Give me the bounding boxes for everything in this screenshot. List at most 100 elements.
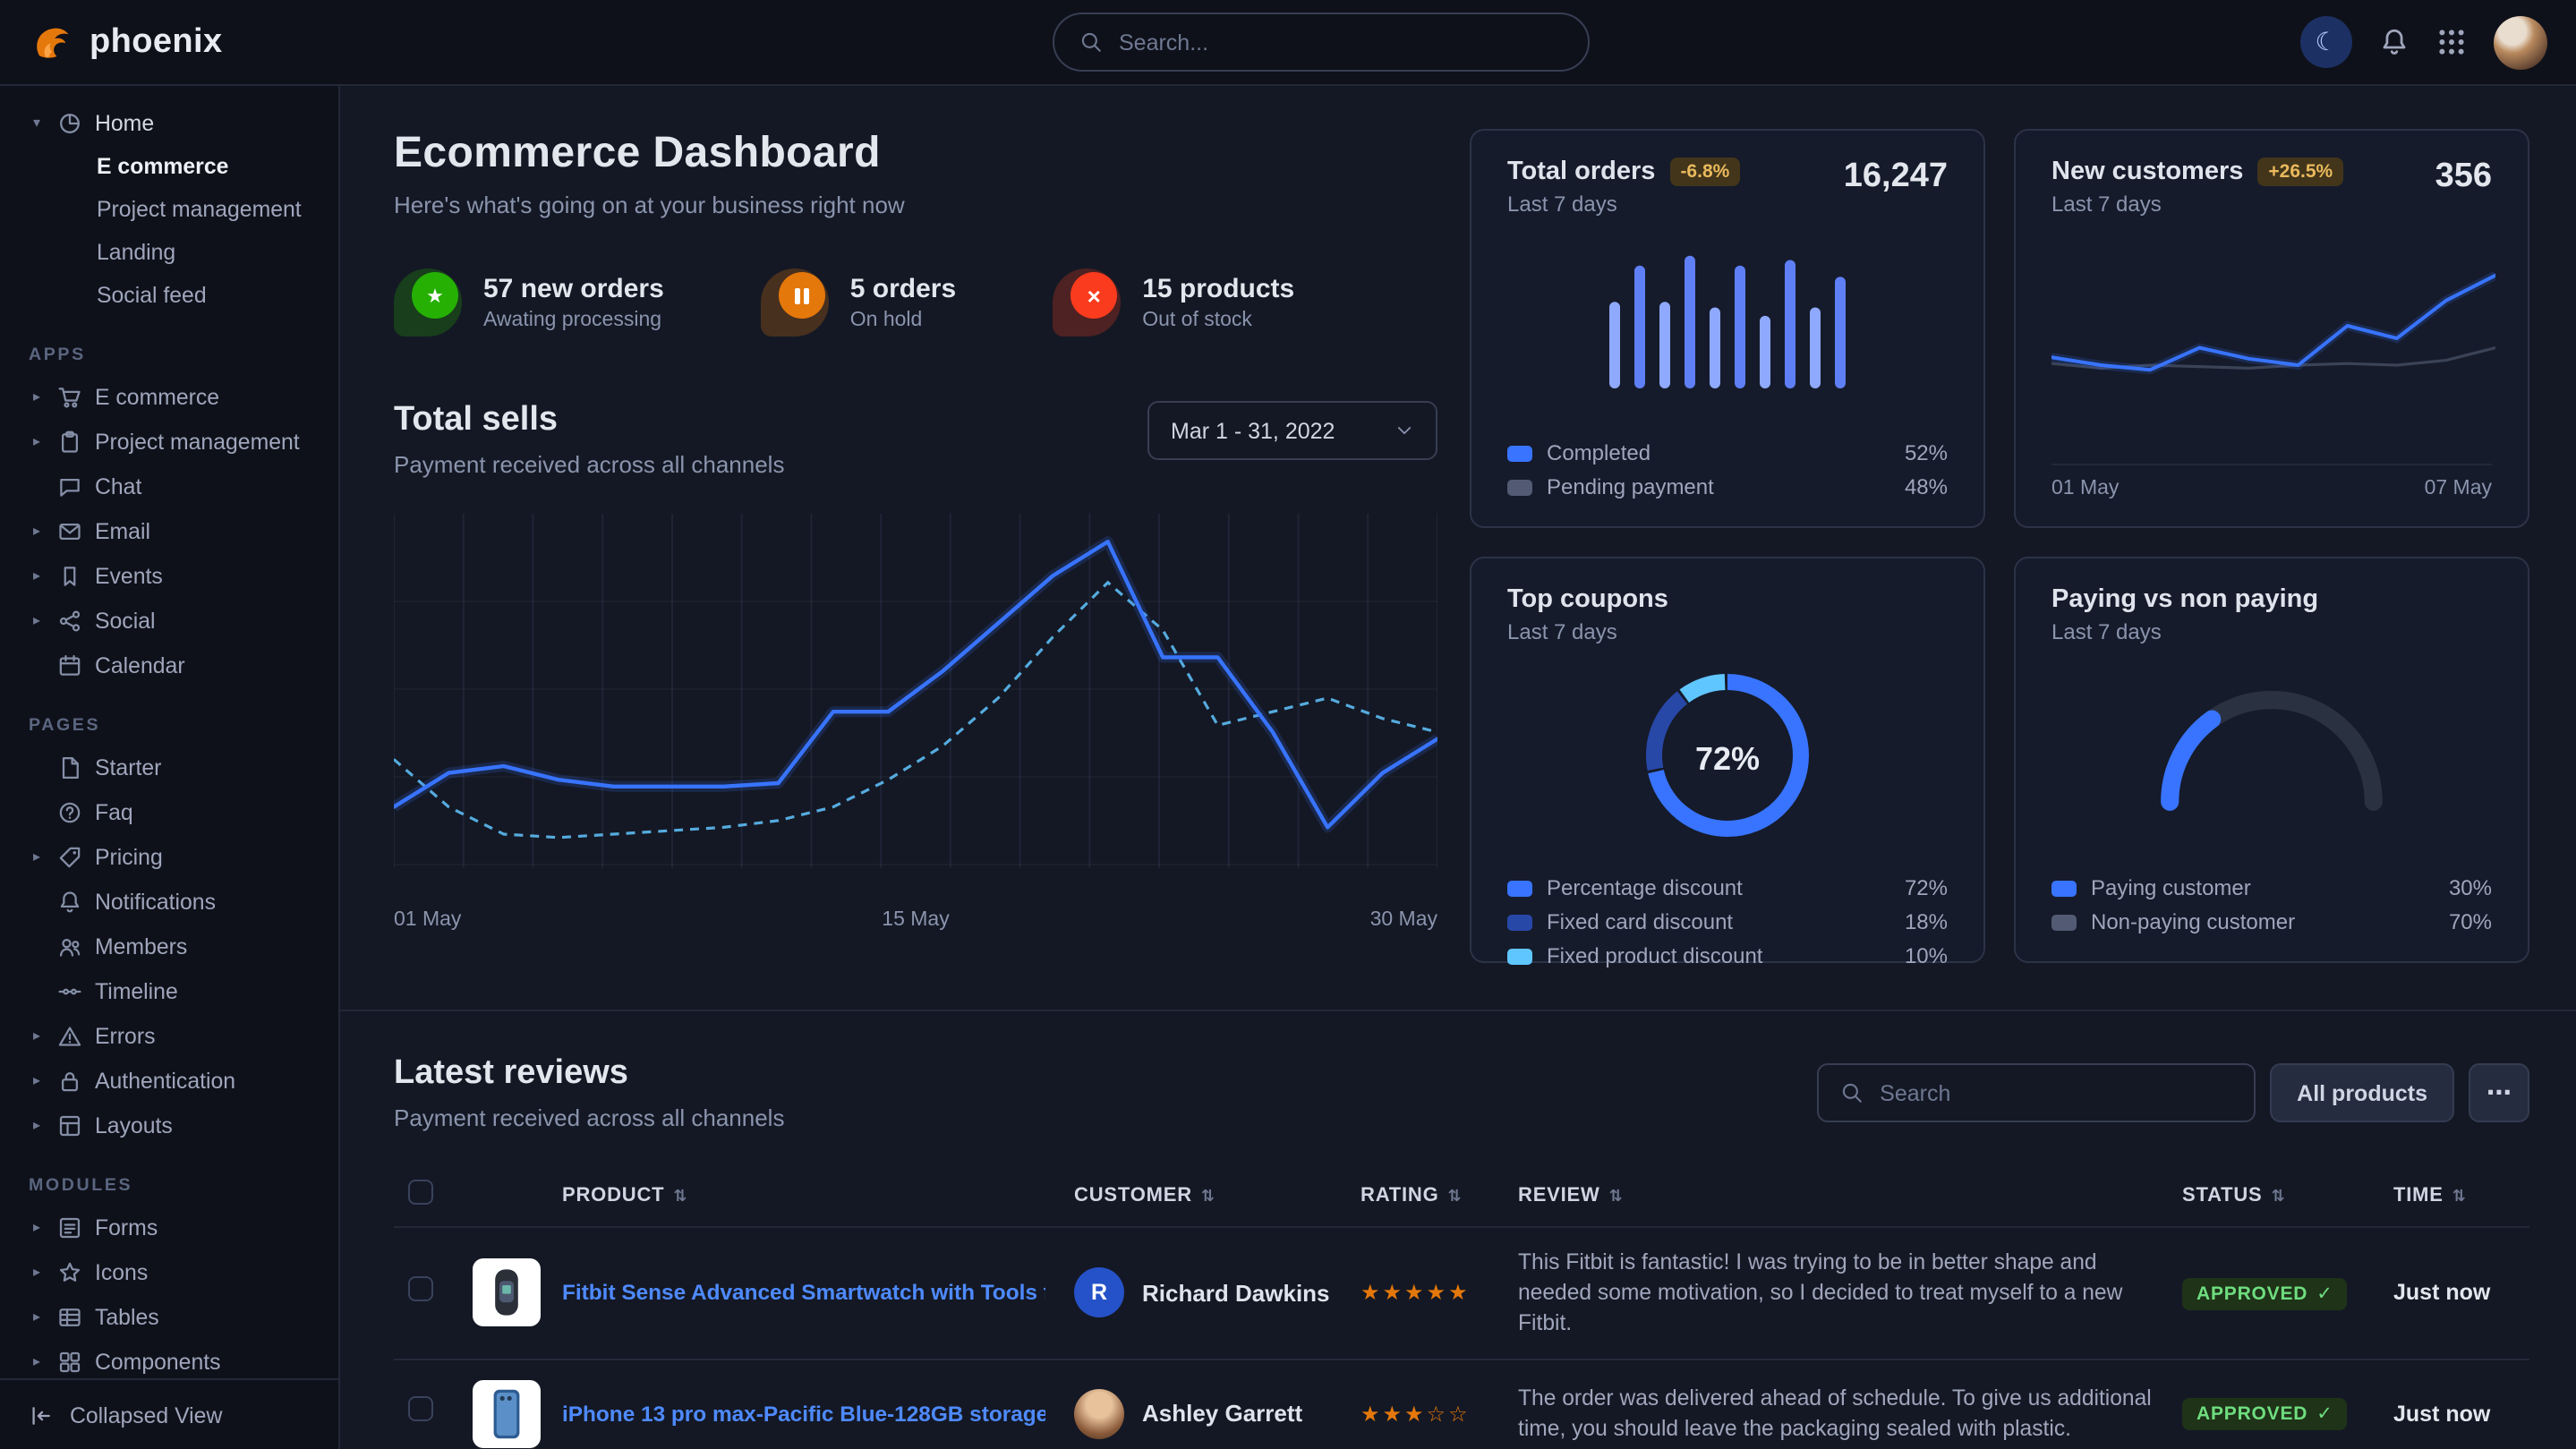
column-header-time[interactable]: TIME <box>2393 1184 2444 1206</box>
notifications-button[interactable] <box>2379 27 2410 57</box>
paying-gauge-chart <box>2132 662 2411 816</box>
change-badge: -6.8% <box>1669 158 1740 186</box>
sidebar-item-calendar[interactable]: Calendar <box>14 643 324 687</box>
sidebar-item-e-commerce[interactable]: ▸E commerce <box>14 374 324 419</box>
select-all-checkbox[interactable] <box>408 1180 433 1205</box>
legend-value: 18% <box>1905 909 1948 934</box>
theme-toggle-button[interactable]: ☾ <box>2300 16 2352 68</box>
column-header-product[interactable]: PRODUCT <box>562 1184 664 1206</box>
sidebar-item-forms[interactable]: ▸Forms <box>14 1205 324 1249</box>
sidebar-item-members[interactable]: Members <box>14 924 324 968</box>
product-link[interactable]: iPhone 13 pro max-Pacific Blue-128GB sto… <box>562 1402 1045 1427</box>
legend-value: 30% <box>2449 875 2492 900</box>
sidebar-item-e-commerce[interactable]: E commerce <box>97 145 324 188</box>
stat-value: 15 products <box>1142 274 1294 304</box>
customer-avatar[interactable] <box>1074 1389 1124 1439</box>
date-range-select[interactable]: Mar 1 - 31, 2022 <box>1147 401 1437 460</box>
caret-right-icon: ▸ <box>29 388 45 405</box>
sidebar-item-label: Home <box>95 110 154 135</box>
sidebar-item-email[interactable]: ▸Email <box>14 508 324 553</box>
more-options-button[interactable]: ⋯ <box>2469 1063 2529 1122</box>
legend-label: Pending payment <box>1547 474 1714 499</box>
column-header-review[interactable]: REVIEW <box>1518 1184 1600 1206</box>
navbar-search[interactable] <box>1053 13 1590 72</box>
column-header-customer[interactable]: CUSTOMER <box>1074 1184 1192 1206</box>
sidebar-item-faq[interactable]: Faq <box>14 789 324 834</box>
reviews-search[interactable] <box>1817 1063 2256 1122</box>
sidebar-item-components[interactable]: ▸ Components <box>14 1339 324 1378</box>
column-header-rating[interactable]: RATING <box>1361 1184 1439 1206</box>
pie-chart-icon <box>57 110 82 135</box>
legend-item: Pending payment48% <box>1507 474 1948 499</box>
collapse-icon <box>29 1402 54 1428</box>
sidebar-item-pricing[interactable]: ▸Pricing <box>14 834 324 879</box>
sidebar-item-social-feed[interactable]: Social feed <box>97 274 324 317</box>
page-subtitle: Here's what's going on at your business … <box>394 192 1437 218</box>
row-checkbox[interactable] <box>408 1397 433 1422</box>
warning-icon <box>57 1023 82 1048</box>
review-row: Fitbit Sense Advanced Smartwatch with To… <box>394 1227 2529 1360</box>
product-link[interactable]: Fitbit Sense Advanced Smartwatch with To… <box>562 1281 1045 1306</box>
stat-badge-icon <box>761 268 829 337</box>
sidebar-item-events[interactable]: ▸Events <box>14 553 324 598</box>
legend-value: 52% <box>1905 440 1948 465</box>
legend-label: Fixed card discount <box>1547 909 1733 934</box>
sidebar-item-label: Members <box>95 933 187 959</box>
stat-badge-icon: × <box>1053 268 1121 337</box>
sort-icon[interactable]: ⇅ <box>2452 1186 2467 1204</box>
sort-icon[interactable]: ⇅ <box>1448 1186 1463 1204</box>
sidebar-item-label: Social <box>95 608 156 633</box>
star-icon: ★ <box>426 284 444 307</box>
sidebar-item-icons[interactable]: ▸Icons <box>14 1249 324 1294</box>
legend-swatch <box>1507 445 1532 461</box>
stats-row: ★57 new ordersAwating processing5 orders… <box>394 268 1437 337</box>
reviews-title: Latest reviews <box>394 1054 784 1094</box>
legend-swatch <box>1507 914 1532 930</box>
row-checkbox[interactable] <box>408 1276 433 1301</box>
apps-grid-button[interactable] <box>2436 27 2467 57</box>
customer-name: Ashley Garrett <box>1142 1401 1302 1428</box>
sidebar-item-chat[interactable]: Chat <box>14 464 324 508</box>
reviews-search-input[interactable] <box>1880 1080 2232 1105</box>
all-products-button[interactable]: All products <box>2270 1063 2454 1122</box>
sort-icon[interactable]: ⇅ <box>1201 1186 1215 1204</box>
legend-label: Completed <box>1547 440 1651 465</box>
sidebar-item-social[interactable]: ▸Social <box>14 598 324 643</box>
sidebar-item-home[interactable]: ▾Home <box>14 100 324 145</box>
forms-icon <box>57 1215 82 1240</box>
customer-avatar[interactable]: R <box>1074 1268 1124 1318</box>
sidebar-item-errors[interactable]: ▸Errors <box>14 1013 324 1058</box>
stat-57-new-orders: ★57 new ordersAwating processing <box>394 268 664 337</box>
navbar-search-input[interactable] <box>1119 30 1563 55</box>
close-icon: × <box>1088 282 1101 309</box>
sidebar-item-label: Authentication <box>95 1068 235 1093</box>
sidebar-item-authentication[interactable]: ▸Authentication <box>14 1058 324 1103</box>
sidebar-item-project-management[interactable]: Project management <box>97 188 324 231</box>
card-period: Last 7 days <box>1507 192 1740 217</box>
caret-right-icon: ▸ <box>29 1353 45 1369</box>
sidebar-item-starter[interactable]: Starter <box>14 745 324 789</box>
brand[interactable]: phoenix <box>29 19 342 65</box>
collapsed-view-toggle[interactable]: Collapsed View <box>0 1378 338 1449</box>
kpi-cards: Total orders -6.8% Last 7 days 16,247 Co… <box>1470 129 2529 963</box>
column-header-status[interactable]: STATUS <box>2182 1184 2263 1206</box>
sidebar-item-landing[interactable]: Landing <box>97 231 324 274</box>
help-icon <box>57 799 82 824</box>
sidebar-item-label: Components <box>95 1349 221 1374</box>
sidebar-item-project-management[interactable]: ▸Project management <box>14 419 324 464</box>
legend-item: Non-paying customer70% <box>2051 909 2492 934</box>
sidebar-item-tables[interactable]: ▸Tables <box>14 1294 324 1339</box>
sidebar-item-notifications[interactable]: Notifications <box>14 879 324 924</box>
sidebar-item-timeline[interactable]: Timeline <box>14 968 324 1013</box>
legend-label: Fixed product discount <box>1547 943 1762 968</box>
chevron-down-icon <box>1395 421 1414 440</box>
sidebar-item-layouts[interactable]: ▸Layouts <box>14 1103 324 1147</box>
clipboard-icon <box>57 429 82 454</box>
product-thumbnail[interactable] <box>473 1380 541 1448</box>
user-avatar[interactable] <box>2494 15 2547 69</box>
sort-icon[interactable]: ⇅ <box>1609 1186 1624 1204</box>
sort-icon[interactable]: ⇅ <box>2272 1186 2286 1204</box>
sidebar-item-label: Pricing <box>95 844 163 869</box>
sort-icon[interactable]: ⇅ <box>673 1186 687 1204</box>
product-thumbnail[interactable] <box>473 1259 541 1327</box>
